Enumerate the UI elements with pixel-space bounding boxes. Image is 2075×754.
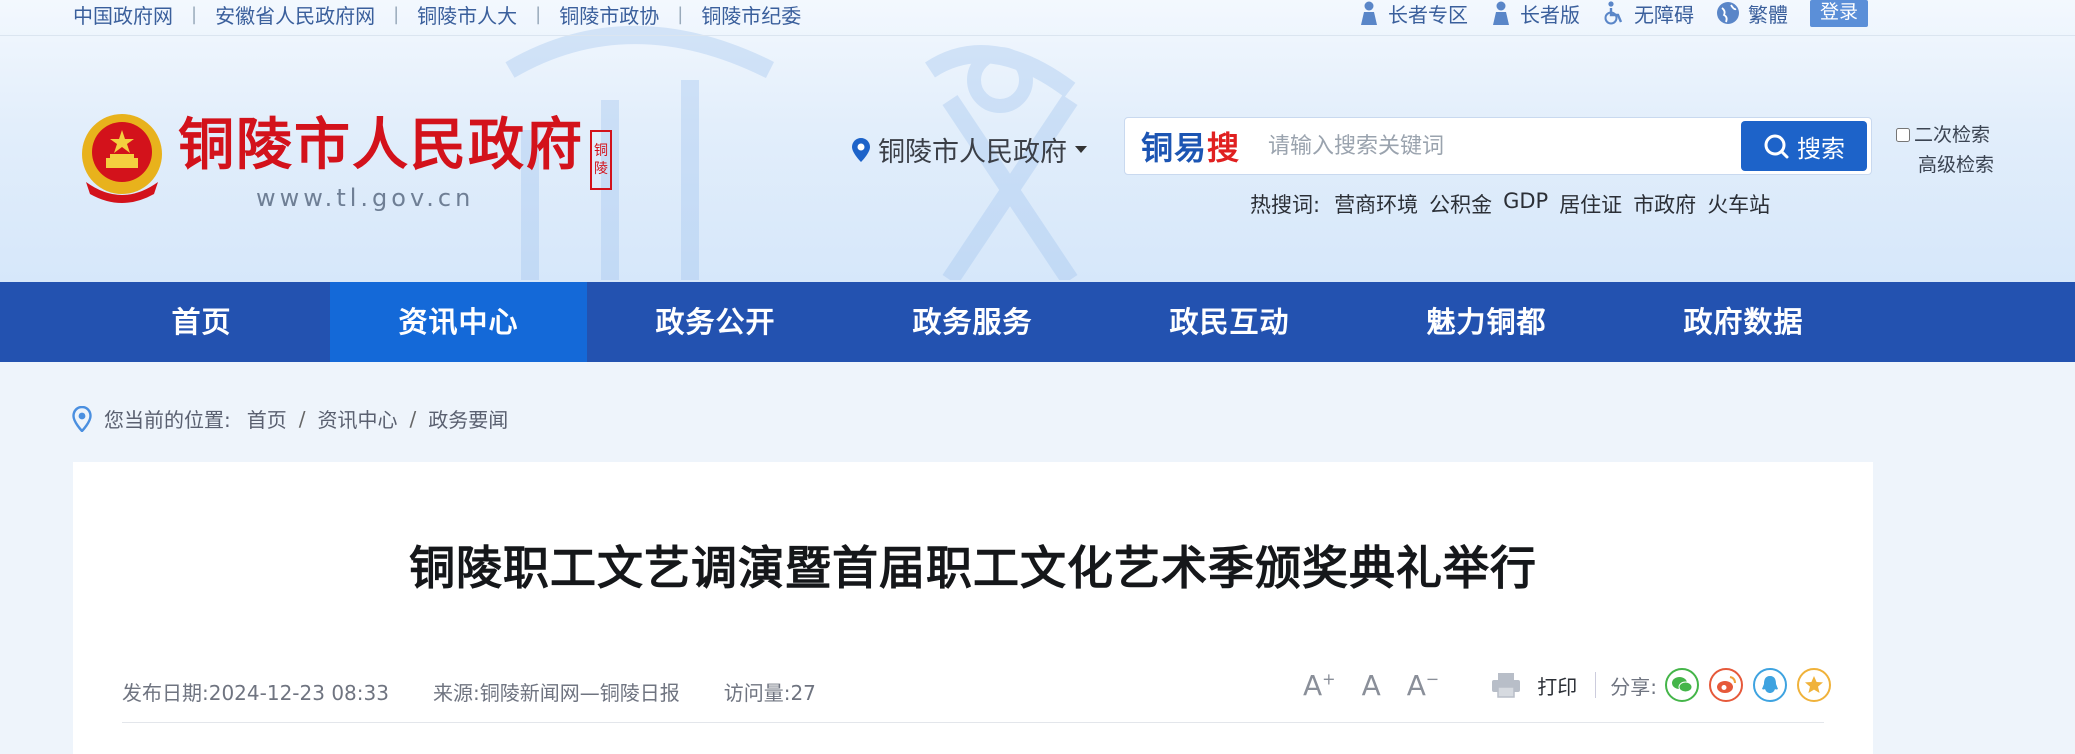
nav-gov-data[interactable]: 政府数据 — [1615, 282, 1872, 362]
elder-version-link[interactable]: 长者版 — [1490, 0, 1580, 28]
location-label: 铜陵市人民政府 — [878, 137, 1067, 168]
divider — [1595, 672, 1597, 698]
elder-version-label: 长者版 — [1520, 2, 1580, 27]
elder-zone-link[interactable]: 长者专区 — [1358, 0, 1468, 28]
breadcrumb-home[interactable]: 首页 — [247, 404, 287, 433]
publish-date: 发布日期:2024-12-23 08:33 — [122, 681, 389, 705]
article-title: 铜陵职工文艺调演暨首届职工文化艺术季颁奖典礼举行 — [409, 541, 1537, 595]
share-label: 分享: — [1610, 674, 1658, 699]
globe-icon — [1717, 2, 1739, 24]
search-input[interactable] — [1268, 126, 1741, 166]
divider — [122, 722, 1824, 723]
font-increase-button[interactable]: A+ — [1303, 669, 1336, 702]
elder-person-icon — [1361, 1, 1377, 25]
nav-charm-tongdu[interactable]: 魅力铜都 — [1358, 282, 1615, 362]
hot-search-label: 热搜词: — [1250, 193, 1321, 217]
breadcrumb-separator: / — [298, 406, 306, 431]
search-icon — [1764, 134, 1789, 159]
weibo-icon — [1717, 676, 1737, 693]
top-link-discipline[interactable]: 铜陵市纪委 — [701, 0, 801, 29]
search-box: 铜易搜 搜索 — [1124, 117, 1872, 175]
printer-icon — [1492, 673, 1521, 698]
secondary-search-checkbox[interactable] — [1896, 128, 1910, 142]
star-icon — [1805, 676, 1824, 693]
search-brand: 铜易搜 — [1141, 123, 1240, 169]
advanced-search-link[interactable]: 高级检索 — [1918, 150, 1994, 180]
font-reset-button[interactable]: A — [1362, 669, 1381, 702]
article-card: 铜陵职工文艺调演暨首届职工文化艺术季颁奖典礼举行 发布日期:2024-12-23… — [73, 462, 1873, 754]
national-emblem-icon — [82, 114, 162, 203]
accessibility-link[interactable]: 无障碍 — [1602, 0, 1694, 28]
hot-term[interactable]: GDP — [1503, 189, 1548, 219]
accessibility-label: 无障碍 — [1634, 2, 1694, 27]
search-brand-main: 铜易 — [1141, 129, 1208, 167]
print-label: 打印 — [1537, 674, 1578, 699]
top-link-cppcc[interactable]: 铜陵市政协 — [559, 0, 659, 29]
top-right-tools: 长者专区 长者版 无障碍 繁體 登录 — [1358, 0, 1869, 28]
elder-version-icon — [1493, 1, 1509, 25]
traditional-label: 繁體 — [1748, 2, 1788, 27]
article-source: 来源:铜陵新闻网—铜陵日报 — [432, 681, 680, 705]
divider: | — [677, 3, 684, 25]
divider: | — [191, 3, 198, 25]
print-button[interactable]: 打印 — [1491, 671, 1577, 700]
breadcrumb-separator: / — [409, 406, 417, 431]
article-meta: 发布日期:2024-12-23 08:33 来源:铜陵新闻网—铜陵日报 访问量:… — [122, 677, 860, 706]
breadcrumb-label: 您当前的位置: — [104, 408, 231, 432]
top-link-province[interactable]: 安徽省人民政府网 — [215, 0, 375, 29]
share-wechat-button[interactable] — [1665, 668, 1700, 702]
login-button[interactable]: 登录 — [1810, 0, 1869, 27]
main-nav: 首页 资讯中心 政务公开 政务服务 政民互动 魅力铜都 政府数据 — [0, 282, 2075, 362]
hot-term[interactable]: 公积金 — [1429, 189, 1492, 219]
qq-icon — [1762, 676, 1779, 693]
font-decrease-button[interactable]: A− — [1407, 669, 1440, 702]
share-qq-button[interactable] — [1753, 668, 1788, 702]
hot-search-terms: 热搜词: 营商环境 公积金 GDP 居住证 市政府 火车站 — [1250, 189, 1781, 219]
breadcrumb-news-center[interactable]: 资讯中心 — [318, 404, 398, 433]
secondary-search-option[interactable]: 二次检索 — [1896, 120, 1994, 150]
top-link-gov[interactable]: 中国政府网 — [73, 0, 173, 29]
wechat-icon — [1672, 677, 1693, 693]
secondary-search-label: 二次检索 — [1914, 124, 1991, 146]
search-brand-accent: 搜 — [1207, 129, 1241, 167]
hot-term[interactable]: 火车站 — [1707, 189, 1770, 219]
caret-down-icon — [1075, 146, 1087, 153]
nav-gov-services[interactable]: 政务服务 — [844, 282, 1101, 362]
hot-term[interactable]: 居住证 — [1559, 189, 1622, 219]
top-link-npc[interactable]: 铜陵市人大 — [417, 0, 517, 29]
traditional-chinese-link[interactable]: 繁體 — [1716, 0, 1788, 28]
top-links: 中国政府网 | 安徽省人民政府网 | 铜陵市人大 | 铜陵市政协 | 铜陵市纪委 — [73, 0, 801, 28]
nav-news-center[interactable]: 资讯中心 — [330, 282, 587, 362]
breadcrumb: 您当前的位置: 首页 / 资讯中心 / 政务要闻 — [72, 404, 508, 433]
nav-interaction[interactable]: 政民互动 — [1101, 282, 1358, 362]
map-pin-icon — [852, 137, 870, 162]
divider: | — [535, 3, 542, 25]
site-logo[interactable]: 铜陵市人民政府 www.tl.gov.cn 铜陵 — [78, 112, 612, 212]
site-url: www.tl.gov.cn — [256, 184, 475, 212]
nav-gov-affairs-open[interactable]: 政务公开 — [587, 282, 844, 362]
wheelchair-icon — [1604, 1, 1623, 25]
search-options: 二次检索 高级检索 — [1896, 120, 1994, 180]
location-pin-icon — [72, 405, 92, 432]
share-weibo-button[interactable] — [1709, 668, 1744, 702]
elder-zone-label: 长者专区 — [1388, 2, 1468, 27]
hot-term[interactable]: 市政府 — [1633, 189, 1696, 219]
search-button-label: 搜索 — [1797, 134, 1845, 163]
search-button[interactable]: 搜索 — [1741, 121, 1867, 171]
city-seal: 铜陵 — [590, 130, 612, 190]
hot-term[interactable]: 营商环境 — [1334, 189, 1418, 219]
location-selector[interactable]: 铜陵市人民政府 — [852, 130, 1087, 169]
divider: | — [393, 3, 400, 25]
breadcrumb-current[interactable]: 政务要闻 — [428, 404, 508, 433]
share-favorite-button[interactable] — [1797, 668, 1832, 702]
top-bar: 中国政府网 | 安徽省人民政府网 | 铜陵市人大 | 铜陵市政协 | 铜陵市纪委… — [0, 0, 2075, 36]
article-tools: A+ A A− 打印 分享: — [1303, 662, 1841, 708]
view-count: 访问量:27 — [723, 681, 816, 705]
site-title: 铜陵市人民政府 — [178, 112, 584, 178]
nav-home[interactable]: 首页 — [73, 282, 330, 362]
